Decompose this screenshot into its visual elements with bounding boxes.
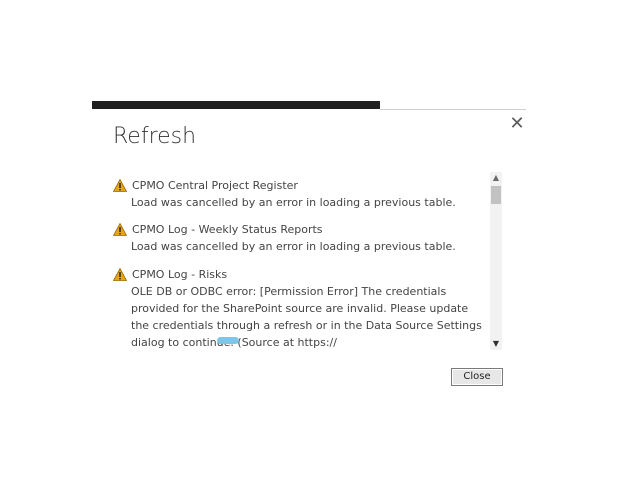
dialog-top-border	[380, 109, 526, 110]
close-icon[interactable]: ✕	[506, 113, 528, 135]
warning-icon	[113, 267, 127, 281]
scrollbar-thumb[interactable]	[491, 186, 501, 204]
message-body: OLE DB or ODBC error: [Permission Error]…	[131, 285, 482, 349]
message-title: CPMO Central Project Register	[132, 178, 298, 192]
scrollbar[interactable]: ▲ ▼	[490, 172, 502, 350]
message-body: Load was cancelled by an error in loadin…	[131, 196, 456, 209]
message-list: CPMO Central Project Register Load was c…	[111, 172, 486, 352]
scroll-up-icon[interactable]: ▲	[490, 172, 502, 184]
message-body: Load was cancelled by an error in loadin…	[131, 240, 456, 253]
dialog-title: Refresh	[113, 124, 197, 149]
close-button[interactable]: Close	[451, 368, 503, 386]
redaction-mark	[217, 337, 239, 344]
warning-icon	[113, 222, 127, 236]
message-item: CPMO Central Project Register Load was c…	[111, 176, 486, 211]
message-item: CPMO Log - Risks OLE DB or ODBC error: […	[111, 265, 486, 352]
warning-icon	[113, 178, 127, 192]
message-title: CPMO Log - Risks	[132, 267, 228, 281]
message-item: CPMO Log - Weekly Status Reports Load wa…	[111, 220, 486, 255]
message-title: CPMO Log - Weekly Status Reports	[132, 222, 323, 236]
top-dark-bar	[92, 101, 380, 109]
scroll-down-icon[interactable]: ▼	[490, 338, 502, 350]
